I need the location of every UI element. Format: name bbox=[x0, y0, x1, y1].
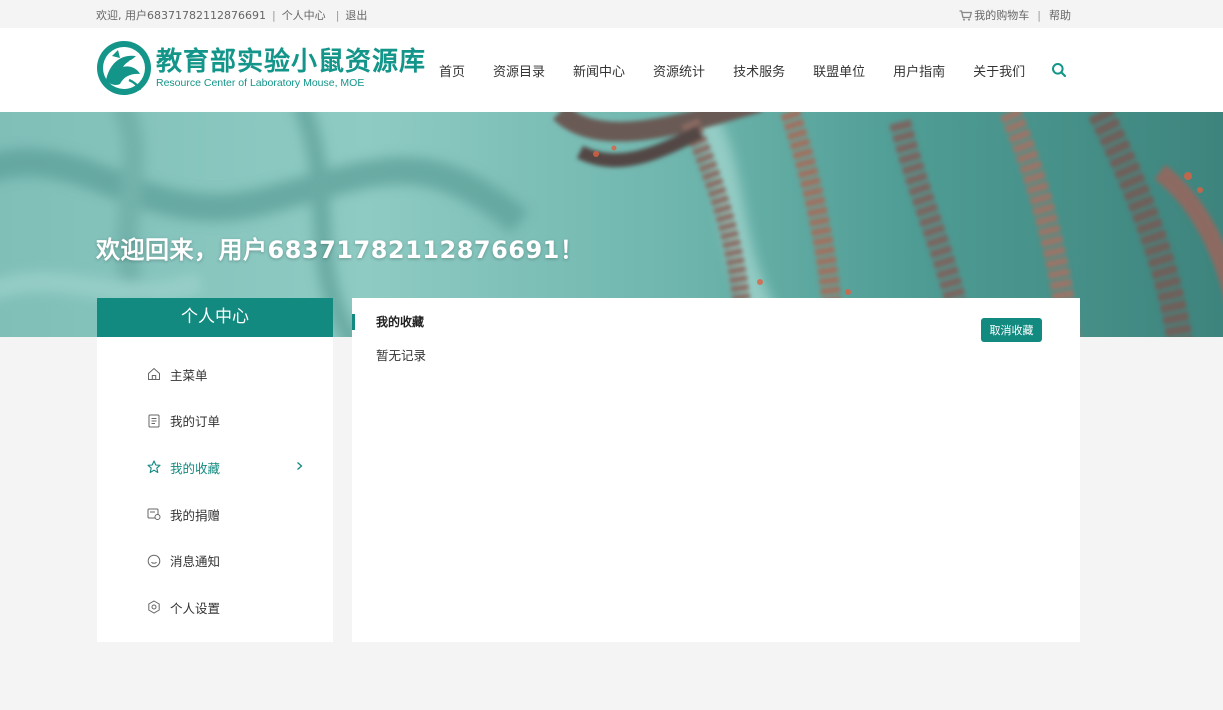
sidebar-item-label: 我的订单 bbox=[170, 414, 221, 430]
sidebar-item-my-donations[interactable]: 我的捐赠 bbox=[97, 491, 333, 538]
sidebar-item-notifications[interactable]: 消息通知 bbox=[97, 537, 333, 584]
favorites-panel: 我的收藏 取消收藏 暂无记录 bbox=[352, 298, 1080, 642]
sidebar-item-label: 个人设置 bbox=[170, 600, 221, 616]
top-bar-right: 我的购物车 | 帮助 bbox=[959, 7, 1071, 23]
nav-alliance-units[interactable]: 联盟单位 bbox=[813, 61, 865, 80]
personal-center-link[interactable]: 个人中心 bbox=[282, 9, 326, 22]
top-bar: 欢迎, 用户68371782112876691 | 个人中心 | 退出 我的购物车 | … bbox=[0, 0, 1223, 28]
sidebar-menu: 主菜单 我的订单 我的收藏 我的捐赠 消息通知 个人设置 bbox=[97, 337, 333, 631]
sidebar-item-main-menu[interactable]: 主菜单 bbox=[97, 351, 333, 398]
message-icon bbox=[147, 554, 161, 567]
panel-title: 我的收藏 bbox=[352, 314, 424, 330]
top-bar-left: 欢迎, 用户68371782112876691 | 个人中心 | 退出 bbox=[96, 9, 368, 22]
nav-technical-service[interactable]: 技术服务 bbox=[733, 61, 785, 80]
site-logo[interactable]: 教育部实验小鼠资源库 Resource Center of Laboratory… bbox=[96, 40, 426, 96]
logout-link[interactable]: 退出 bbox=[345, 9, 367, 22]
sidebar-item-label: 我的收藏 bbox=[170, 460, 221, 476]
nav-home[interactable]: 首页 bbox=[439, 61, 465, 80]
settings-icon bbox=[148, 600, 160, 614]
help-link[interactable]: 帮助 bbox=[1049, 7, 1071, 23]
nav-resource-catalog[interactable]: 资源目录 bbox=[493, 61, 545, 80]
empty-state-text: 暂无记录 bbox=[376, 348, 427, 363]
sidebar-item-my-orders[interactable]: 我的订单 bbox=[97, 398, 333, 445]
main-nav: 首页 资源目录 新闻中心 资源统计 技术服务 联盟单位 用户指南 关于我们 bbox=[425, 28, 1067, 112]
user-center-sidebar: 个人中心 主菜单 我的订单 我的收藏 我的捐赠 消息通知 个人设置 bbox=[97, 298, 333, 642]
logo-subtitle: Resource Center of Laboratory Mouse, MOE bbox=[156, 76, 365, 89]
search-icon[interactable] bbox=[1051, 62, 1067, 78]
document-icon bbox=[148, 414, 160, 428]
nav-resource-statistics[interactable]: 资源统计 bbox=[653, 61, 705, 80]
chevron-right-icon bbox=[297, 462, 303, 471]
logo-title: 教育部实验小鼠资源库 bbox=[156, 46, 427, 77]
welcome-banner-title: 欢迎回来，用户68371782112876691！ bbox=[96, 236, 585, 264]
nav-user-guide[interactable]: 用户指南 bbox=[893, 61, 945, 80]
mouse-logo-icon bbox=[97, 41, 151, 95]
site-header: 教育部实验小鼠资源库 Resource Center of Laboratory… bbox=[0, 28, 1223, 112]
cart-link[interactable]: 我的购物车 bbox=[974, 7, 1029, 23]
cancel-favorite-button[interactable]: 取消收藏 bbox=[981, 318, 1042, 342]
sidebar-item-label: 我的捐赠 bbox=[170, 507, 221, 523]
donation-icon bbox=[147, 508, 161, 521]
nav-about-us[interactable]: 关于我们 bbox=[973, 61, 1025, 80]
home-icon bbox=[148, 368, 160, 381]
sidebar-item-label: 主菜单 bbox=[170, 367, 208, 383]
welcome-text: 欢迎, 用户68371782112876691 bbox=[96, 9, 266, 22]
sidebar-item-label: 消息通知 bbox=[170, 554, 221, 570]
star-icon bbox=[147, 460, 161, 474]
sidebar-item-personal-settings[interactable]: 个人设置 bbox=[97, 584, 333, 631]
nav-news-center[interactable]: 新闻中心 bbox=[573, 61, 625, 80]
sidebar-item-my-favorites[interactable]: 我的收藏 bbox=[97, 444, 333, 491]
sidebar-title: 个人中心 bbox=[97, 298, 333, 337]
cart-icon bbox=[959, 9, 973, 21]
logo-text: 教育部实验小鼠资源库 Resource Center of Laboratory… bbox=[156, 47, 426, 90]
